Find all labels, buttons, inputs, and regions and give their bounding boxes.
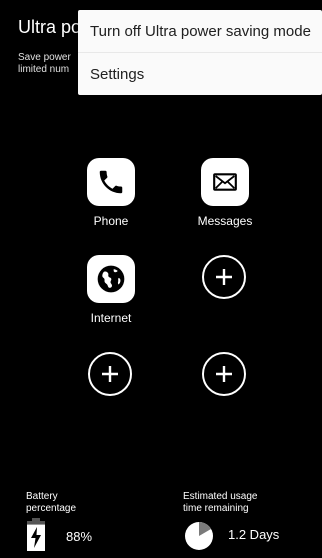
app-messages[interactable]: Messages [180, 158, 270, 228]
usage-time-remaining: 1.2 Days [228, 527, 280, 542]
app-label-messages: Messages [197, 214, 253, 228]
messages-app-tile[interactable] [201, 158, 249, 206]
app-label-phone: Phone [93, 214, 129, 228]
usage-pie-icon [185, 522, 213, 550]
menu-item-label: Settings [90, 65, 145, 83]
plus-icon [216, 366, 232, 382]
plus-icon [102, 366, 118, 382]
add-app-button[interactable] [88, 352, 132, 396]
battery-label-line-2: percentage [26, 503, 77, 514]
usage-label-line-2: time remaining [183, 503, 249, 514]
usage-label-line-1: Estimated usage [183, 491, 258, 502]
menu-item-settings[interactable]: Settings [78, 53, 322, 95]
app-label-internet: Internet [90, 311, 132, 325]
envelope-icon [213, 173, 237, 191]
menu-item-turn-off-ups[interactable]: Turn off Ultra power saving mode [78, 10, 322, 53]
overflow-menu: Turn off Ultra power saving mode Setting… [78, 10, 322, 95]
usage-label: Estimated usage time remaining [183, 491, 258, 515]
battery-icon [27, 518, 45, 551]
globe-icon [97, 265, 125, 293]
menu-item-label: Turn off Ultra power saving mode [90, 22, 311, 40]
phone-app-tile[interactable] [87, 158, 135, 206]
battery-percentage: 88% [66, 529, 93, 544]
battery-label-line-1: Battery [26, 491, 58, 502]
app-phone[interactable]: Phone [66, 158, 156, 228]
add-app-button[interactable] [202, 255, 246, 299]
internet-app-tile[interactable] [87, 255, 135, 303]
phone-icon [99, 170, 123, 194]
add-app-button[interactable] [202, 352, 246, 396]
plus-icon [216, 269, 232, 285]
battery-label: Battery percentage [26, 491, 76, 515]
app-internet[interactable]: Internet [66, 255, 156, 325]
